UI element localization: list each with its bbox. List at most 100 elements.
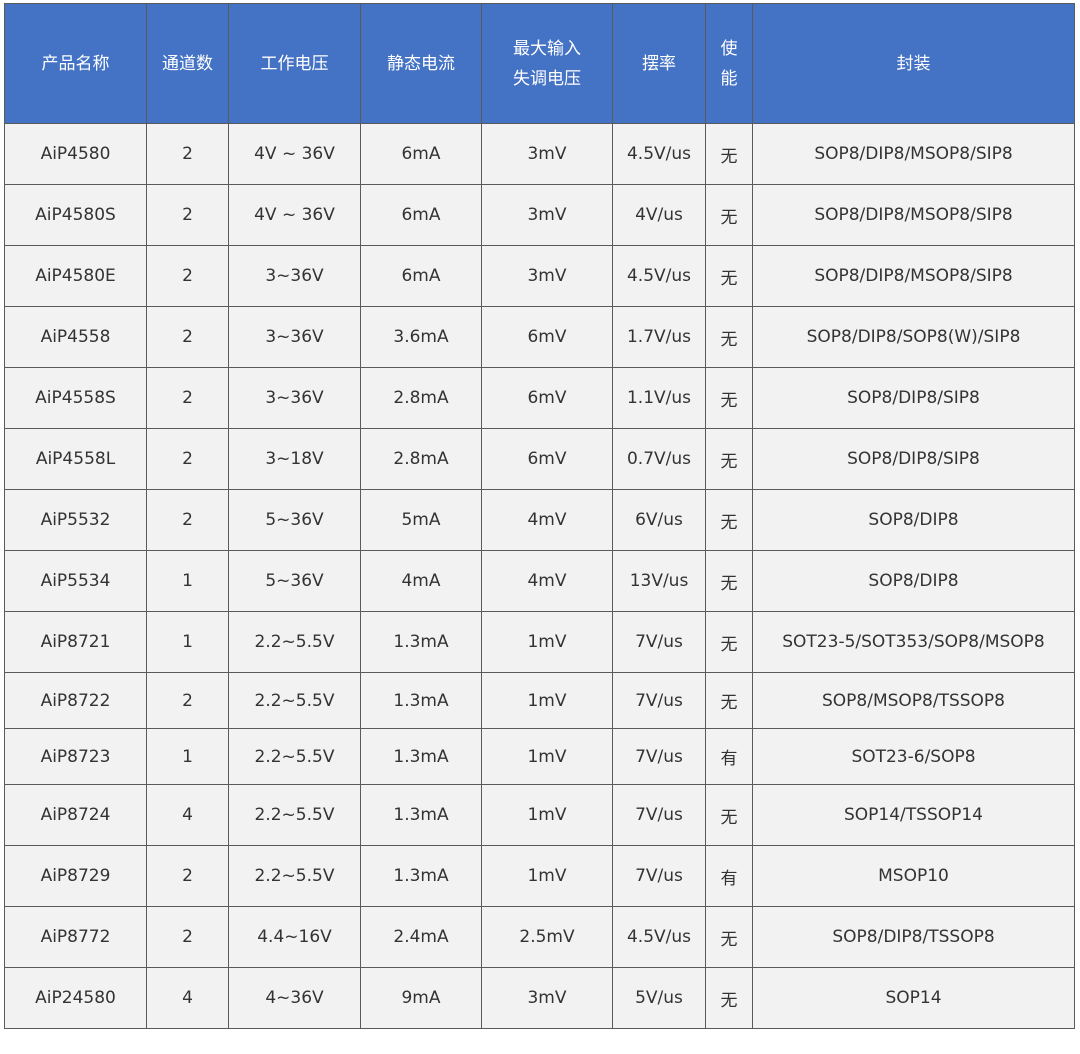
cell-slew-rate: 7V/us xyxy=(612,845,706,907)
cell-enable: 有 xyxy=(705,845,753,907)
header-slew-rate: 摆率 xyxy=(612,3,706,124)
cell-package: SOP8/DIP8/MSOP8/SIP8 xyxy=(752,123,1075,185)
cell-slew-rate: 4.5V/us xyxy=(612,906,706,968)
cell-quiescent-current: 1.3mA xyxy=(360,845,482,907)
product-table: 产品名称 通道数 工作电压 静态电流 最大输入 失调电压 摆率使能封装 AiP4580 2 4V… xyxy=(4,3,1075,1029)
cell-package: SOT23-5/SOT353/SOP8/MSOP8 xyxy=(752,611,1075,673)
cell-package: SOP8/DIP8/SOP8(W)/SIP8 xyxy=(752,306,1075,368)
cell-operating-voltage: 3~18V xyxy=(228,428,361,490)
table-row: AiP4558L 2 3~18V 2.8mA 6mV 0.7V/us 无 SOP8/DIP8/… xyxy=(4,428,1075,490)
cell-channels: 2 xyxy=(146,367,229,429)
cell-package: SOP8/DIP8 xyxy=(752,550,1075,612)
cell-quiescent-current: 2.8mA xyxy=(360,367,482,429)
cell-product-name: AiP4558 xyxy=(4,306,147,368)
cell-product-name: AiP4580 xyxy=(4,123,147,185)
cell-enable: 无 xyxy=(705,672,753,729)
header-quiescent-current: 静态电流 xyxy=(360,3,482,124)
cell-max-input-offset-voltage: 2.5mV xyxy=(481,906,613,968)
cell-channels: 1 xyxy=(146,728,229,785)
cell-package: SOP8/DIP8/SIP8 xyxy=(752,428,1075,490)
cell-operating-voltage: 3~36V xyxy=(228,306,361,368)
cell-package: SOP8/DIP8 xyxy=(752,489,1075,551)
cell-operating-voltage: 3~36V xyxy=(228,367,361,429)
table-row: AiP8772 2 4.4~16V 2.4mA 2.5mV 4.5V/us 无 SOP8/DI… xyxy=(4,906,1075,968)
cell-slew-rate: 5V/us xyxy=(612,967,706,1029)
cell-package: SOP14 xyxy=(752,967,1075,1029)
cell-slew-rate: 7V/us xyxy=(612,611,706,673)
header-text: 摆率 xyxy=(642,53,676,74)
cell-product-name: AiP4580S xyxy=(4,184,147,246)
cell-quiescent-current: 5mA xyxy=(360,489,482,551)
cell-operating-voltage: 5~36V xyxy=(228,489,361,551)
cell-slew-rate: 7V/us xyxy=(612,784,706,846)
cell-quiescent-current: 6mA xyxy=(360,123,482,185)
table-row: AiP8729 2 2.2~5.5V 1.3mA 1mV 7V/us 有 MSOP10 xyxy=(4,845,1075,907)
table-row: AiP8723 1 2.2~5.5V 1.3mA 1mV 7V/us 有 SOT23-6/SO… xyxy=(4,728,1075,785)
cell-max-input-offset-voltage: 1mV xyxy=(481,784,613,846)
cell-max-input-offset-voltage: 3mV xyxy=(481,184,613,246)
header-text: 封装 xyxy=(896,53,931,74)
cell-package: SOP8/DIP8/MSOP8/SIP8 xyxy=(752,245,1075,307)
cell-quiescent-current: 1.3mA xyxy=(360,672,482,729)
cell-max-input-offset-voltage: 3mV xyxy=(481,245,613,307)
cell-channels: 4 xyxy=(146,967,229,1029)
cell-enable: 无 xyxy=(705,184,753,246)
cell-slew-rate: 1.1V/us xyxy=(612,367,706,429)
cell-operating-voltage: 4.4~16V xyxy=(228,906,361,968)
cell-max-input-offset-voltage: 1mV xyxy=(481,845,613,907)
header-text: 使 xyxy=(720,38,738,59)
table-row: AiP24580 4 4~36V 9mA 3mV 5V/us 无 SOP14 xyxy=(4,967,1075,1029)
cell-max-input-offset-voltage: 6mV xyxy=(481,306,613,368)
header-channels: 通道数 xyxy=(146,3,229,124)
header-text: 产品名称 xyxy=(41,53,110,74)
cell-quiescent-current: 2.4mA xyxy=(360,906,482,968)
cell-channels: 4 xyxy=(146,784,229,846)
cell-package: SOT23-6/SOP8 xyxy=(752,728,1075,785)
cell-max-input-offset-voltage: 4mV xyxy=(481,489,613,551)
cell-product-name: AiP8729 xyxy=(4,845,147,907)
header-text: 失调电压 xyxy=(513,68,581,89)
table-body: AiP4580 2 4V ~ 36V 6mA 3mV 4.5V/us 无 SOP8/DIP8/… xyxy=(4,123,1075,1029)
cell-product-name: AiP8723 xyxy=(4,728,147,785)
cell-slew-rate: 13V/us xyxy=(612,550,706,612)
cell-channels: 2 xyxy=(146,245,229,307)
cell-slew-rate: 7V/us xyxy=(612,728,706,785)
cell-enable: 无 xyxy=(705,367,753,429)
cell-enable: 无 xyxy=(705,123,753,185)
cell-quiescent-current: 4mA xyxy=(360,550,482,612)
cell-enable: 无 xyxy=(705,489,753,551)
cell-max-input-offset-voltage: 6mV xyxy=(481,428,613,490)
header-text: 通道数 xyxy=(162,53,213,74)
cell-product-name: AiP5532 xyxy=(4,489,147,551)
cell-enable: 无 xyxy=(705,245,753,307)
product-table-container: 产品名称 通道数 工作电压 静态电流 最大输入 失调电压 摆率使能封装 AiP4580 2 4V… xyxy=(4,3,1075,1029)
table-row: AiP8724 4 2.2~5.5V 1.3mA 1mV 7V/us 无 SOP14/TSSO… xyxy=(4,784,1075,846)
cell-package: MSOP10 xyxy=(752,845,1075,907)
header-package: 封装 xyxy=(752,3,1075,124)
cell-enable: 无 xyxy=(705,428,753,490)
cell-slew-rate: 7V/us xyxy=(612,672,706,729)
cell-product-name: AiP4558L xyxy=(4,428,147,490)
cell-product-name: AiP4558S xyxy=(4,367,147,429)
table-row: AiP4558S 2 3~36V 2.8mA 6mV 1.1V/us 无 SOP8/DIP8/… xyxy=(4,367,1075,429)
header-product-name: 产品名称 xyxy=(4,3,147,124)
cell-product-name: AiP8724 xyxy=(4,784,147,846)
cell-quiescent-current: 6mA xyxy=(360,245,482,307)
cell-package: SOP8/DIP8/MSOP8/SIP8 xyxy=(752,184,1075,246)
cell-product-name: AiP8722 xyxy=(4,672,147,729)
cell-quiescent-current: 1.3mA xyxy=(360,784,482,846)
table-row: AiP5532 2 5~36V 5mA 4mV 6V/us 无 SOP8/DIP8 xyxy=(4,489,1075,551)
cell-enable: 有 xyxy=(705,728,753,785)
cell-operating-voltage: 2.2~5.5V xyxy=(228,611,361,673)
cell-enable: 无 xyxy=(705,967,753,1029)
cell-enable: 无 xyxy=(705,611,753,673)
cell-slew-rate: 1.7V/us xyxy=(612,306,706,368)
cell-quiescent-current: 3.6mA xyxy=(360,306,482,368)
cell-slew-rate: 4.5V/us xyxy=(612,245,706,307)
cell-max-input-offset-voltage: 3mV xyxy=(481,967,613,1029)
table-row: AiP4580E 2 3~36V 6mA 3mV 4.5V/us 无 SOP8/DIP8/MS… xyxy=(4,245,1075,307)
header-text: 静态电流 xyxy=(387,53,455,74)
cell-operating-voltage: 2.2~5.5V xyxy=(228,728,361,785)
cell-package: SOP8/DIP8/SIP8 xyxy=(752,367,1075,429)
cell-operating-voltage: 2.2~5.5V xyxy=(228,845,361,907)
